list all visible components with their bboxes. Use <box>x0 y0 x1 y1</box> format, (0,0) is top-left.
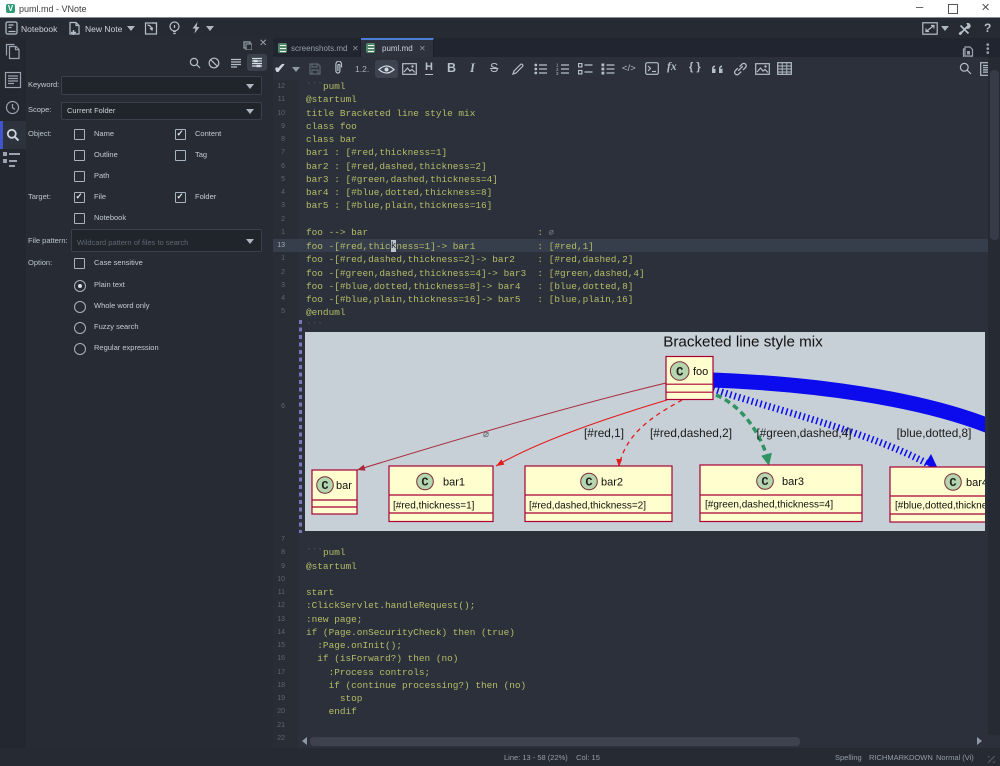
svg-text:[#red,dashed,thickness=2]: [#red,dashed,thickness=2] <box>529 501 646 512</box>
svg-text:Bracketed line style mix: Bracketed line style mix <box>663 334 823 351</box>
svg-text:foo: foo <box>693 366 708 378</box>
svg-text:C: C <box>321 479 328 493</box>
svg-text:[#red,dashed,2]: [#red,dashed,2] <box>650 426 732 440</box>
svg-text:[#green,dashed,thickness=4]: [#green,dashed,thickness=4] <box>705 500 833 511</box>
svg-text:C: C <box>585 476 592 490</box>
svg-text:[#red,thickness=1]: [#red,thickness=1] <box>393 501 475 512</box>
svg-text:bar1: bar1 <box>443 477 465 489</box>
svg-text:C: C <box>421 476 428 490</box>
svg-text:3: 3 <box>556 71 559 75</box>
svg-text:[#red,1]: [#red,1] <box>584 426 624 440</box>
svg-text:bar2: bar2 <box>601 477 623 489</box>
svg-text:bar: bar <box>336 480 352 492</box>
svg-text:[#blue,dotted,thickness=8]: [#blue,dotted,thickness=8] <box>895 501 985 512</box>
svg-text:C: C <box>949 476 956 490</box>
svg-text:C: C <box>761 475 768 489</box>
svg-text:[blue,dotted,8]: [blue,dotted,8] <box>897 426 972 440</box>
svg-text:C: C <box>676 366 684 380</box>
svg-text:[#green,dashed,4]: [#green,dashed,4] <box>756 426 851 440</box>
svg-text:bar3: bar3 <box>782 476 804 488</box>
svg-text:⌀: ⌀ <box>483 429 489 440</box>
svg-text:bar4: bar4 <box>966 477 985 489</box>
